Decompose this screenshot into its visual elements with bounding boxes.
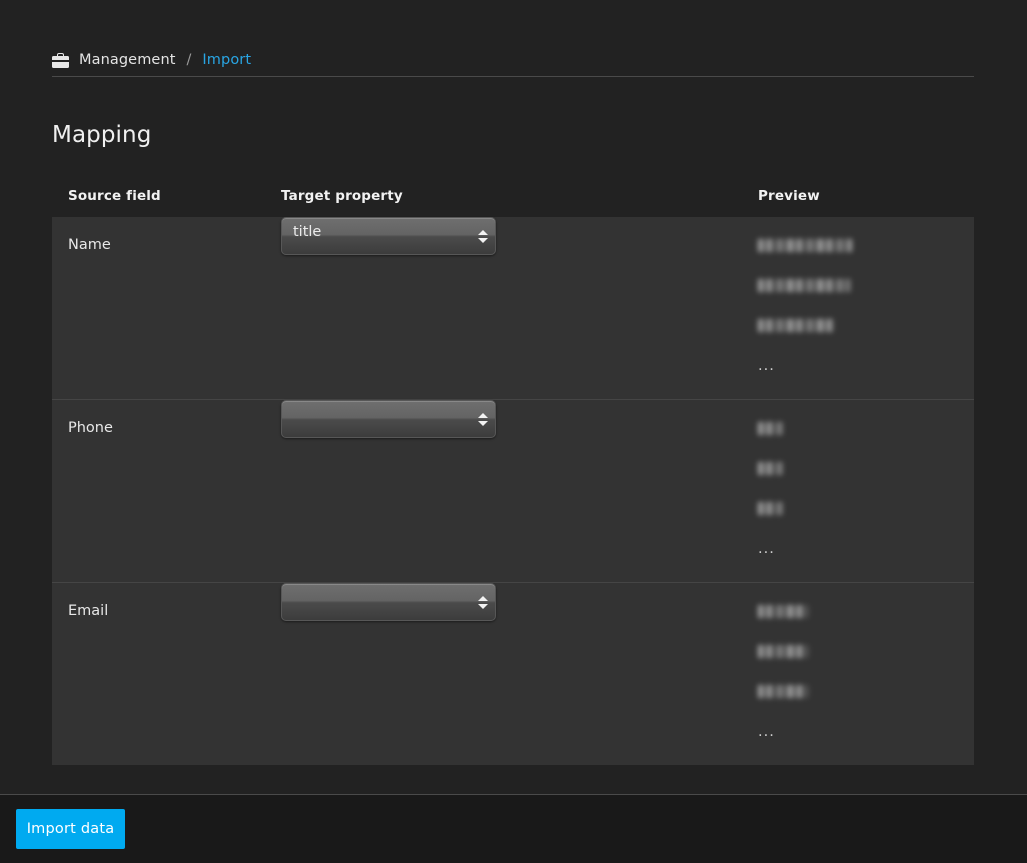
source-field-label: Name [68,237,111,253]
breadcrumb-item-management[interactable]: Management [79,52,176,68]
target-property-cell: title [281,217,758,399]
breadcrumb-item-import[interactable]: Import [202,52,251,68]
redacted-text-icon [758,685,808,698]
preview-list: ... [758,422,974,582]
preview-ellipsis-label: ... [758,724,775,740]
redacted-text-icon [758,279,850,292]
preview-value-redacted [758,462,974,502]
breadcrumb-separator: / [186,52,192,68]
chevron-down-icon [477,237,488,243]
redacted-text-icon [758,319,834,332]
preview-cell: ... [758,400,974,582]
chevron-up-icon [477,595,488,601]
column-header-source-field: Source field [68,188,161,204]
chevron-up-icon [477,229,488,235]
preview-list: ... [758,605,974,765]
table-row: Email... [52,582,974,765]
preview-value-redacted [758,685,974,725]
chevron-down-icon [477,603,488,609]
target-property-select[interactable] [281,583,496,621]
preview-value-redacted [758,502,974,542]
preview-value-redacted [758,422,974,462]
import-mapping-page: Management / Import Mapping Source field… [0,0,1027,863]
table-row: Name title... [52,217,974,399]
target-property-cell [281,583,758,765]
column-header-target-property: Target property [281,188,403,204]
target-property-select[interactable] [281,400,496,438]
select-stepper-arrows-icon[interactable] [477,592,488,612]
source-field-label: Phone [68,420,113,436]
mapping-table: Source field Target property Preview Nam… [52,180,974,765]
source-field-label: Email [68,603,109,619]
redacted-text-icon [758,239,852,252]
preview-value-redacted [758,239,974,279]
briefcase-icon [52,52,69,68]
target-property-select-value: title [293,225,322,240]
preview-list: ... [758,239,974,399]
target-property-cell [281,400,758,582]
select-stepper-arrows-icon[interactable] [477,226,488,246]
redacted-text-icon [758,422,783,435]
footer-bar: Import data [0,794,1027,863]
preview-value-redacted [758,645,974,685]
chevron-up-icon [477,412,488,418]
redacted-text-icon [758,502,783,515]
table-body: Name title... Phone... Email... [52,217,974,765]
column-header-preview: Preview [758,188,820,204]
preview-more-indicator: ... [758,542,974,582]
preview-cell: ... [758,217,974,399]
preview-more-indicator: ... [758,359,974,399]
select-stepper-arrows-icon[interactable] [477,409,488,429]
preview-ellipsis-label: ... [758,541,775,557]
redacted-text-icon [758,605,808,618]
preview-more-indicator: ... [758,725,974,765]
import-data-button[interactable]: Import data [16,809,125,849]
table-row: Phone... [52,399,974,582]
preview-value-redacted [758,279,974,319]
table-header-row: Source field Target property Preview [52,180,974,217]
breadcrumb-divider [52,76,974,77]
target-property-select[interactable]: title [281,217,496,255]
redacted-text-icon [758,645,808,658]
chevron-down-icon [477,420,488,426]
breadcrumb: Management / Import [52,44,974,76]
preview-value-redacted [758,319,974,359]
preview-cell: ... [758,583,974,765]
preview-ellipsis-label: ... [758,358,775,374]
redacted-text-icon [758,462,783,475]
preview-value-redacted [758,605,974,645]
page-title: Mapping [52,122,152,148]
